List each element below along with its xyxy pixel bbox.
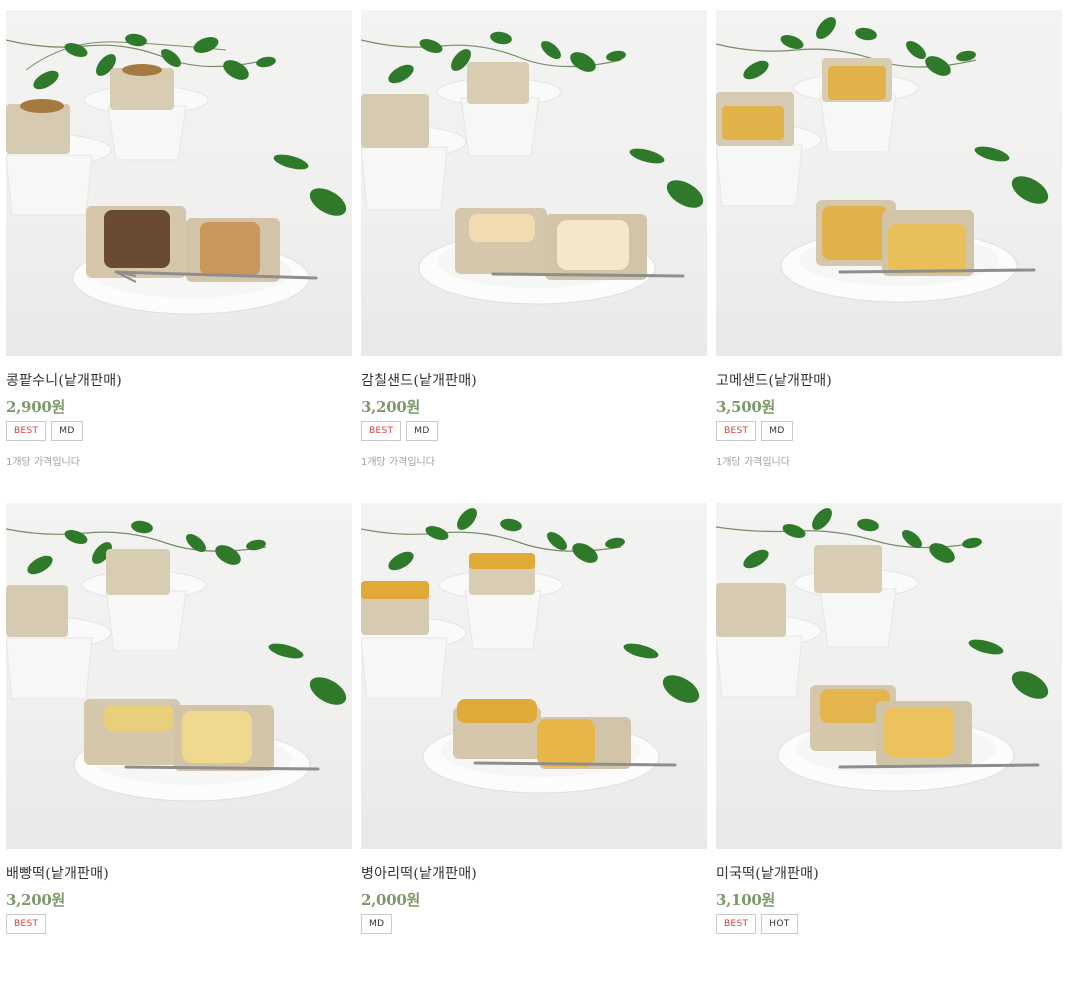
- md-badge: MD: [761, 421, 793, 441]
- product-image[interactable]: [361, 10, 707, 356]
- product-photo: [716, 17, 1049, 303]
- product-image[interactable]: [6, 10, 352, 356]
- badge-list: BEST MD: [716, 421, 793, 441]
- product-name[interactable]: 병아리떡(낱개판매): [361, 863, 477, 883]
- product-price: 3,200원: [6, 891, 65, 909]
- product-grid: 콩팥수니(낱개판매) 2,900원 BEST MD 1개당 가격입니다 감칠샌드…: [6, 10, 1064, 996]
- product-price: 2,000원: [361, 891, 420, 909]
- product-price: 3,100원: [716, 891, 775, 909]
- best-badge: BEST: [361, 421, 402, 441]
- product-photo: [716, 508, 1049, 792]
- product-card[interactable]: 콩팥수니(낱개판매) 2,900원 BEST MD 1개당 가격입니다: [6, 10, 352, 503]
- badge-list: BEST MD: [6, 421, 83, 441]
- product-card[interactable]: 감칠샌드(낱개판매) 3,200원 BEST MD 1개당 가격입니다: [361, 10, 707, 503]
- product-price: 3,200원: [361, 398, 420, 416]
- product-name[interactable]: 감칠샌드(낱개판매): [361, 370, 477, 390]
- md-badge: MD: [51, 421, 83, 441]
- badge-list: BEST MD: [361, 421, 438, 441]
- product-image[interactable]: [716, 10, 1062, 356]
- product-description: 1개당 가격입니다: [716, 457, 790, 468]
- product-description: 1개당 가격입니다: [361, 457, 435, 468]
- product-name[interactable]: 고메샌드(낱개판매): [716, 370, 832, 390]
- badge-list: BEST: [6, 914, 47, 934]
- product-description: 1개당 가격입니다: [6, 457, 80, 468]
- product-name[interactable]: 콩팥수니(낱개판매): [6, 370, 122, 390]
- product-card[interactable]: 미국떡(낱개판매) 3,100원 BEST HOT: [716, 503, 1062, 996]
- best-badge: BEST: [6, 914, 47, 934]
- md-badge: MD: [361, 914, 393, 934]
- product-price: 3,500원: [716, 398, 775, 416]
- product-card[interactable]: 병아리떡(낱개판매) 2,000원 MD: [361, 503, 707, 996]
- product-image[interactable]: [6, 503, 352, 849]
- badge-list: MD: [361, 914, 393, 934]
- product-image[interactable]: [716, 503, 1062, 849]
- product-image[interactable]: [361, 503, 707, 849]
- best-badge: BEST: [716, 914, 757, 934]
- product-card[interactable]: 배빵떡(낱개판매) 3,200원 BEST: [6, 503, 352, 996]
- best-badge: BEST: [716, 421, 757, 441]
- product-name[interactable]: 배빵떡(낱개판매): [6, 863, 109, 883]
- product-photo: [361, 31, 704, 305]
- hot-badge: HOT: [761, 914, 798, 934]
- product-price: 2,900원: [6, 398, 65, 416]
- badge-list: BEST HOT: [716, 914, 798, 934]
- product-photo: [6, 520, 347, 802]
- best-badge: BEST: [6, 421, 47, 441]
- md-badge: MD: [406, 421, 438, 441]
- product-name[interactable]: 미국떡(낱개판매): [716, 863, 819, 883]
- product-card[interactable]: 고메샌드(낱개판매) 3,500원 BEST MD 1개당 가격입니다: [716, 10, 1062, 503]
- product-photo: [6, 33, 347, 315]
- product-photo: [361, 508, 700, 794]
